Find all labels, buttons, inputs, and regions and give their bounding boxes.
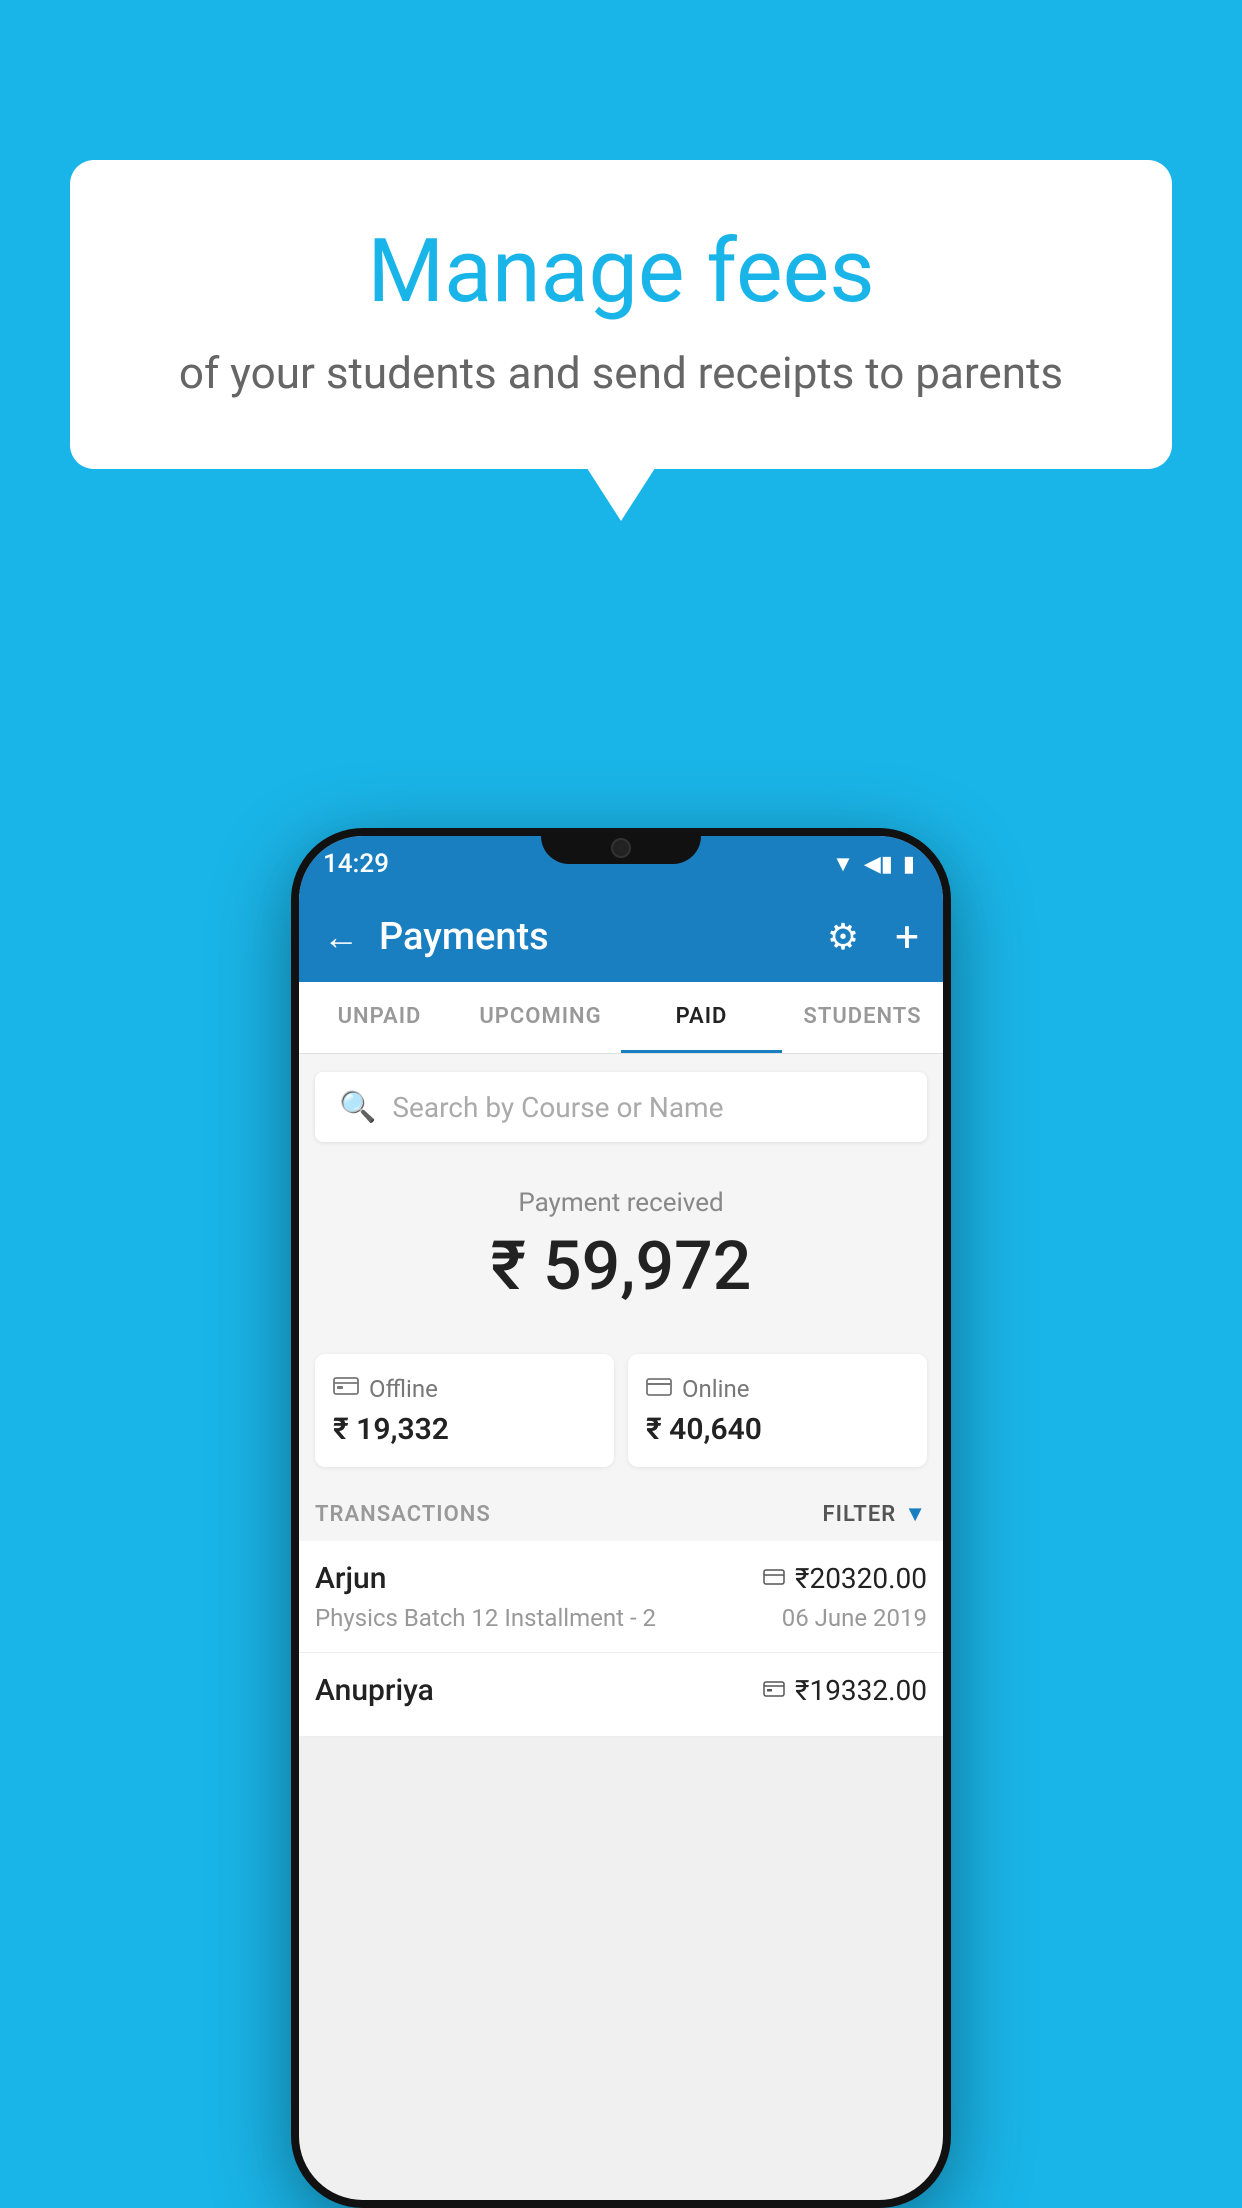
- offline-label: Offline: [369, 1375, 438, 1403]
- phone-mockup: 14:29 ▼ ◀▮ ▮ ← Payments ⚙ + UNPAID: [291, 828, 951, 2208]
- phone-frame: 14:29 ▼ ◀▮ ▮ ← Payments ⚙ + UNPAID: [291, 828, 951, 2208]
- wifi-icon: ▼: [832, 851, 854, 877]
- online-amount: ₹ 40,640: [646, 1412, 909, 1447]
- payment-received-label: Payment received: [315, 1188, 927, 1218]
- phone-notch: [541, 828, 701, 864]
- tab-upcoming[interactable]: UPCOMING: [460, 982, 621, 1053]
- transaction-amount-wrap: ₹20320.00: [763, 1562, 927, 1595]
- transaction-name: Arjun: [315, 1561, 386, 1596]
- transaction-amount-wrap: ₹19332.00: [763, 1674, 927, 1707]
- tab-unpaid[interactable]: UNPAID: [299, 982, 460, 1053]
- phone-screen: 14:29 ▼ ◀▮ ▮ ← Payments ⚙ + UNPAID: [299, 836, 943, 2200]
- tab-paid[interactable]: PAID: [621, 982, 782, 1053]
- tab-students[interactable]: STUDENTS: [782, 982, 943, 1053]
- status-icons: ▼ ◀▮ ▮: [832, 851, 915, 877]
- add-button[interactable]: +: [895, 913, 919, 962]
- battery-icon: ▮: [903, 852, 915, 877]
- filter-icon: ▼: [904, 1501, 927, 1527]
- search-input[interactable]: Search by Course or Name: [392, 1091, 723, 1124]
- manage-fees-title: Manage fees: [130, 220, 1112, 323]
- transaction-name: Anupriya: [315, 1673, 434, 1708]
- payment-summary: Payment received ₹ 59,972: [299, 1160, 943, 1354]
- settings-icon[interactable]: ⚙: [827, 916, 859, 958]
- transactions-header: TRANSACTIONS FILTER ▼: [299, 1487, 943, 1541]
- offline-payment-card: Offline ₹ 19,332: [315, 1354, 614, 1467]
- tabs-bar: UNPAID UPCOMING PAID STUDENTS: [299, 982, 943, 1054]
- status-time: 14:29: [323, 849, 389, 879]
- online-icon: [646, 1374, 672, 1404]
- transaction-date: 06 June 2019: [782, 1604, 927, 1632]
- online-payment-card: Online ₹ 40,640: [628, 1354, 927, 1467]
- offline-card-header: Offline: [333, 1374, 596, 1404]
- transaction-amount: ₹20320.00: [795, 1562, 927, 1595]
- phone-camera: [611, 838, 631, 858]
- cash-small-icon: [763, 1677, 785, 1705]
- signal-icon: ◀▮: [864, 852, 893, 877]
- back-button[interactable]: ←: [323, 916, 359, 958]
- speech-bubble-card: Manage fees of your students and send re…: [70, 160, 1172, 469]
- transaction-item[interactable]: Anupriya ₹19332.00: [299, 1653, 943, 1737]
- online-card-header: Online: [646, 1374, 909, 1404]
- online-label: Online: [682, 1375, 749, 1403]
- offline-icon: [333, 1374, 359, 1404]
- search-container: 🔍 Search by Course or Name: [299, 1054, 943, 1160]
- offline-amount: ₹ 19,332: [333, 1412, 596, 1447]
- filter-label: FILTER: [823, 1502, 897, 1527]
- transactions-list: Arjun ₹20320.00 Physics: [299, 1541, 943, 1737]
- transaction-amount: ₹19332.00: [795, 1674, 927, 1707]
- search-icon: 🔍: [339, 1090, 376, 1125]
- transactions-label: TRANSACTIONS: [315, 1502, 491, 1527]
- payment-cards-row: Offline ₹ 19,332 Online ₹ 4: [299, 1354, 943, 1487]
- manage-fees-subtitle: of your students and send receipts to pa…: [130, 347, 1112, 399]
- transaction-item[interactable]: Arjun ₹20320.00 Physics: [299, 1541, 943, 1653]
- app-bar: ← Payments ⚙ +: [299, 892, 943, 982]
- filter-button[interactable]: FILTER ▼: [823, 1501, 927, 1527]
- card-small-icon: [763, 1565, 785, 1593]
- search-bar[interactable]: 🔍 Search by Course or Name: [315, 1072, 927, 1142]
- transaction-desc: Physics Batch 12 Installment - 2: [315, 1604, 656, 1632]
- payment-total-amount: ₹ 59,972: [315, 1226, 927, 1306]
- app-bar-title: Payments: [379, 915, 807, 959]
